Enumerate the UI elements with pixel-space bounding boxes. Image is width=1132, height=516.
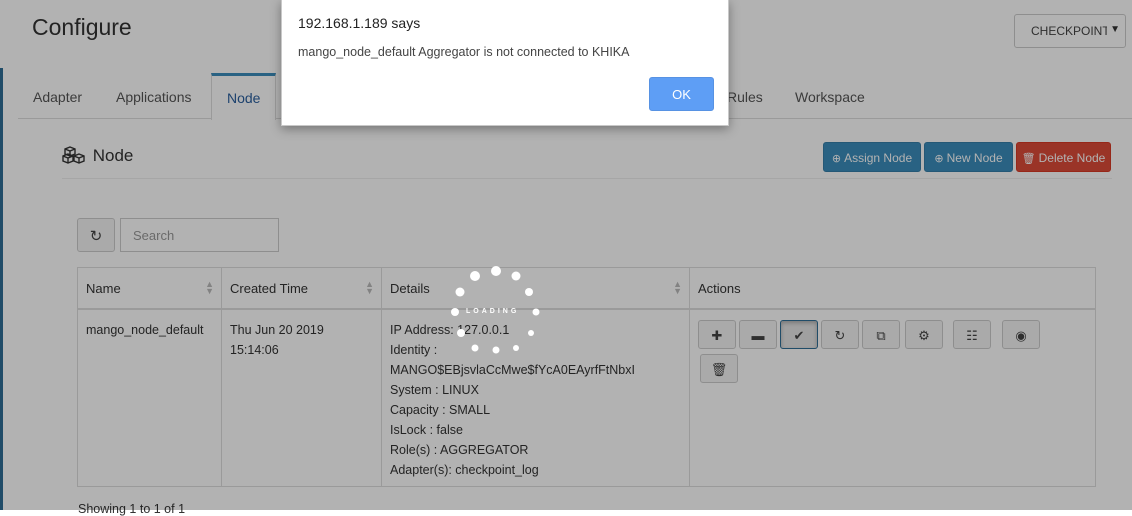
alert-dialog: 192.168.1.189 says mango_node_default Ag… bbox=[281, 0, 729, 126]
loading-text: LOADING bbox=[466, 308, 520, 315]
dialog-message: mango_node_default Aggregator is not con… bbox=[298, 45, 630, 59]
ok-button[interactable]: OK bbox=[649, 77, 714, 111]
dialog-title: 192.168.1.189 says bbox=[298, 15, 421, 31]
